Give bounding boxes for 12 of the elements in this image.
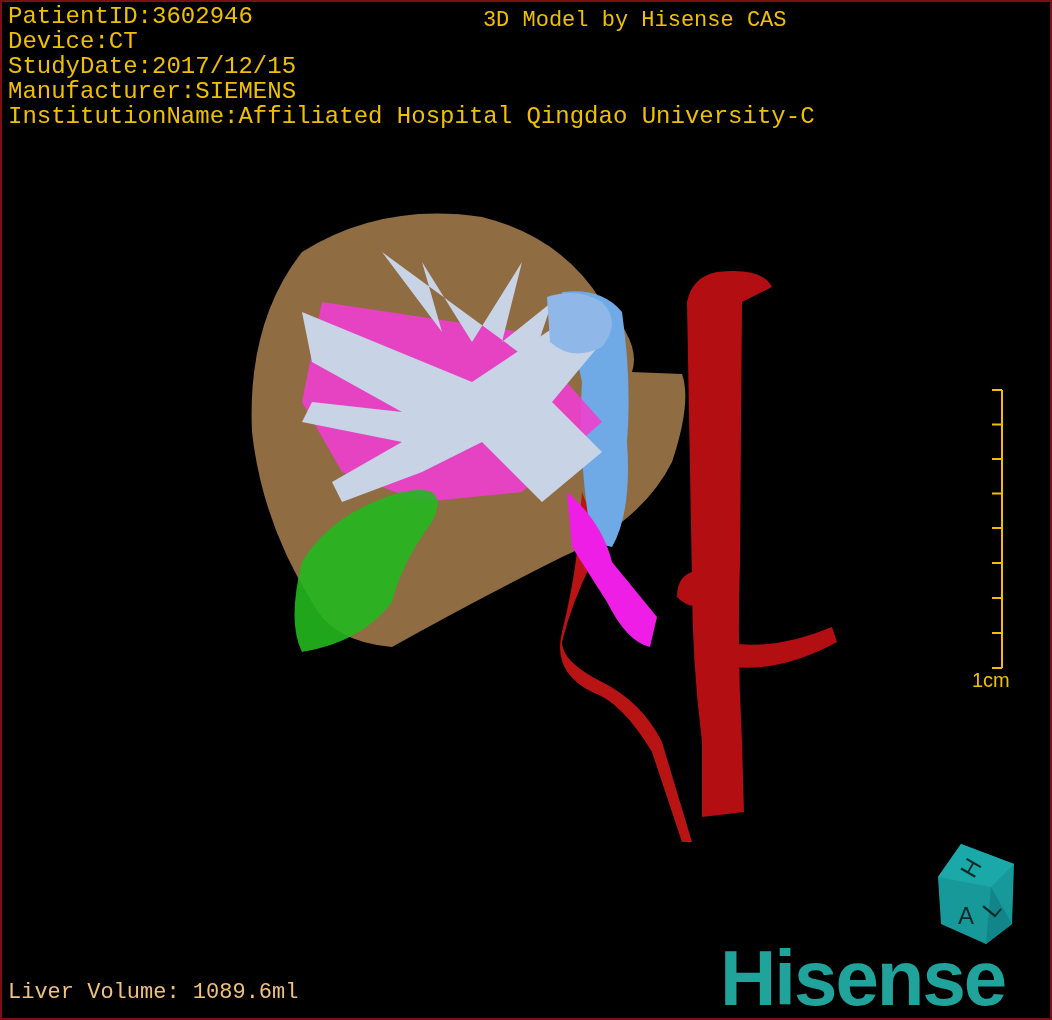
cube-face-label: A bbox=[958, 902, 974, 929]
patient-info-text: InstitutionName:Affiliated Hospital Qingdao University-C bbox=[8, 104, 815, 129]
patient-info-text: PatientID:3602946 bbox=[8, 4, 253, 29]
patient-info-text: Device:CT bbox=[8, 29, 138, 54]
scale-label: 1cm bbox=[972, 668, 1010, 692]
patient-info-text: StudyDate:2017/12/15 bbox=[8, 54, 297, 79]
patient-info-text: Manufacturer:SIEMENS bbox=[8, 79, 297, 104]
liver-volume-label: Liver Volume: 1089.6ml bbox=[8, 979, 299, 1007]
model-credit: 3D Model by Hisense CAS bbox=[482, 8, 787, 34]
cube-face-label: H bbox=[954, 853, 987, 882]
orientation-cube[interactable]: H A L bbox=[936, 842, 1016, 946]
cube-face-label: L bbox=[976, 894, 1007, 923]
